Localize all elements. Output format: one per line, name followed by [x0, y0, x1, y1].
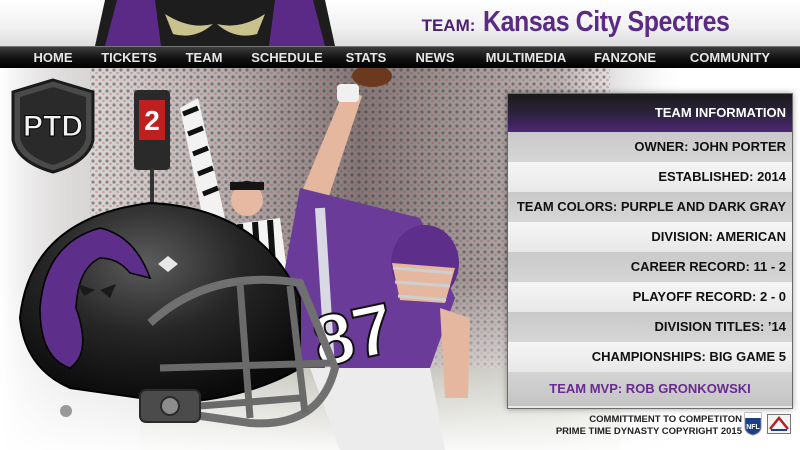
team-info-title: TEAM INFORMATION [508, 94, 792, 132]
footer-text: COMMITTMENT TO COMPETITON PRIME TIME DYN… [556, 414, 742, 438]
team-label: TEAM: [421, 16, 476, 35]
info-row-established: ESTABLISHED: 2014 [508, 162, 792, 192]
nav-schedule[interactable]: SCHEDULE [247, 47, 327, 68]
nav-tickets[interactable]: TICKETS [96, 47, 162, 68]
mascot-banner-image [95, 0, 335, 46]
header-bar: TEAM: Kansas City Spectres [0, 0, 800, 46]
team-name: Kansas City Spectres [483, 6, 730, 38]
nfl-shield-icon: NFL [744, 412, 762, 436]
nav-home[interactable]: HOME [22, 47, 84, 68]
nav-multimedia[interactable]: MULTIMEDIA [480, 47, 572, 68]
info-row-division: DIVISION: AMERICAN [508, 222, 792, 252]
nav-team[interactable]: TEAM [178, 47, 230, 68]
nav-fanzone[interactable]: FANZONE [589, 47, 661, 68]
down-marker-number: 2 [144, 105, 160, 136]
team-title: TEAM: Kansas City Spectres [422, 6, 770, 40]
nav-news[interactable]: NEWS [410, 47, 460, 68]
info-row-championships: CHAMPIONSHIPS: BIG GAME 5 [508, 342, 792, 372]
main-nav: HOME TICKETS TEAM SCHEDULE STATS NEWS MU… [0, 46, 800, 69]
nfl-shield-text: NFL [746, 424, 760, 431]
info-row-playoff-record: PLAYOFF RECORD: 2 - 0 [508, 282, 792, 312]
partner-badge-icon [767, 414, 791, 434]
footer-tagline: COMMITTMENT TO COMPETITON [589, 414, 742, 425]
nav-stats[interactable]: STATS [340, 47, 392, 68]
ptd-shield-logo: PTD [11, 78, 95, 174]
info-row-division-titles: DIVISION TITLES: ’14 [508, 312, 792, 342]
footer-copyright: PRIME TIME DYNASTY COPYRIGHT 2015 [555, 426, 742, 437]
team-info-panel: TEAM INFORMATION OWNER: JOHN PORTER ESTA… [507, 93, 793, 409]
ptd-logo-text: PTD [23, 110, 83, 143]
info-row-owner: OWNER: JOHN PORTER [508, 132, 792, 162]
info-row-team-colors: TEAM COLORS: PURPLE AND DARK GRAY [508, 192, 792, 222]
nav-community[interactable]: COMMUNITY [684, 47, 776, 68]
info-row-career-record: CAREER RECORD: 11 - 2 [508, 252, 792, 282]
info-row-team-mvp[interactable]: TEAM MVP: ROB GRONKOWSKI [508, 372, 792, 406]
